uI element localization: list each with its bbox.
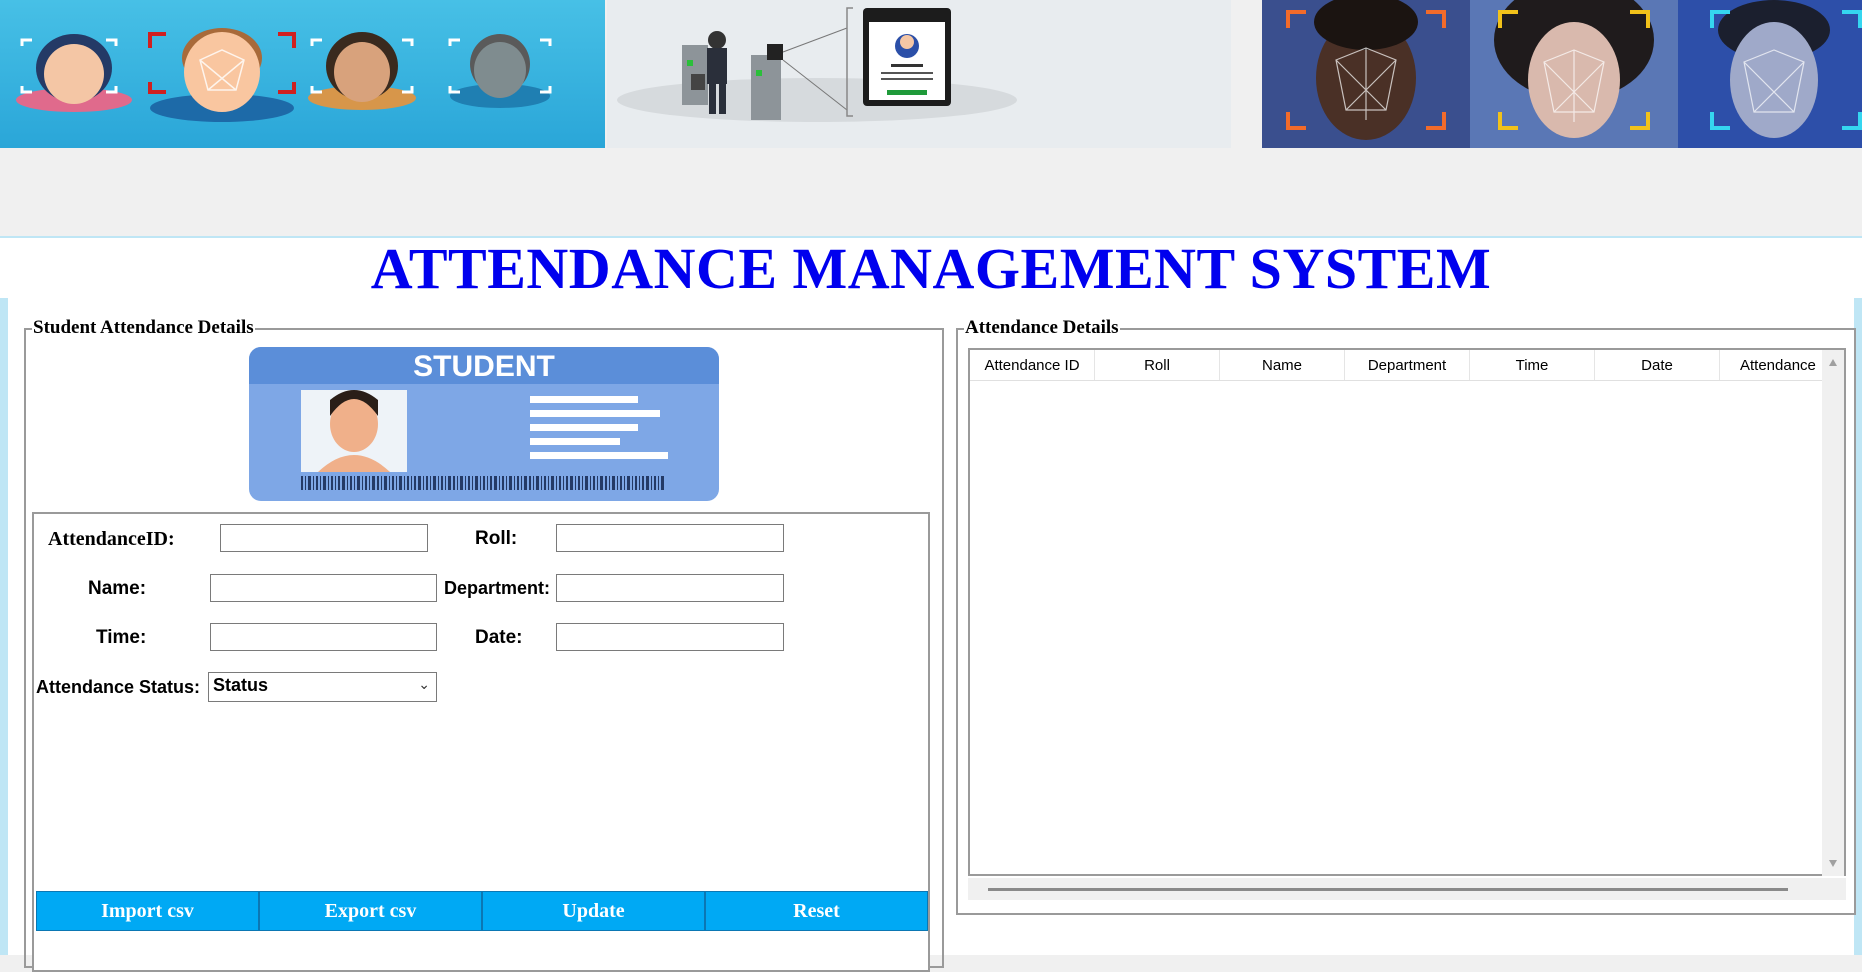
date-input[interactable] (556, 623, 784, 651)
column-header-name[interactable]: Name (1220, 350, 1345, 380)
update-button[interactable]: Update (482, 891, 705, 931)
title-bar: ATTENDANCE MANAGEMENT SYSTEM (0, 236, 1862, 304)
student-attendance-details-legend: Student Attendance Details (32, 317, 255, 339)
access-gate-image (617, 7, 1017, 122)
column-header-roll[interactable]: Roll (1095, 350, 1220, 380)
name-input[interactable] (210, 574, 437, 602)
horizontal-scrollbar-thumb[interactable] (988, 888, 1788, 891)
roll-label: Roll: (475, 528, 518, 549)
vertical-scrollbar[interactable] (1822, 350, 1844, 876)
reset-button[interactable]: Reset (705, 891, 928, 931)
face-scan-cartoon-image (16, 28, 552, 122)
triangle-up-icon (1829, 359, 1837, 366)
attendance-status-label: Attendance Status: (36, 677, 201, 697)
student-attendance-details-frame: Student Attendance Details STUDENT Atten… (24, 317, 944, 972)
student-id-card-image: STUDENT (249, 347, 719, 501)
column-header-attendance[interactable]: Attendance (1720, 350, 1824, 380)
attendance-table[interactable]: Attendance ID Roll Name Department Time … (968, 348, 1846, 876)
vertical-scrollbar-track (1829, 359, 1837, 867)
import-csv-button[interactable]: Import csv (36, 891, 259, 931)
main-frame: Student Attendance Details STUDENT Atten… (0, 298, 1862, 972)
page-title: ATTENDANCE MANAGEMENT SYSTEM (370, 235, 1492, 301)
card-student-text: STUDENT (413, 350, 555, 383)
name-label: Name: (88, 578, 147, 599)
banner-access-gate-illustration (607, 0, 1231, 148)
horizontal-scrollbar[interactable] (968, 878, 1846, 900)
attendance-details-legend: Attendance Details (964, 317, 1120, 339)
table-header: Attendance ID Roll Name Department Time … (970, 350, 1824, 381)
attendance-id-label: AttendanceID: (48, 528, 175, 550)
time-label: Time: (96, 627, 147, 648)
banner-face-scan-illustration (0, 0, 605, 148)
date-label: Date: (475, 627, 523, 648)
face-recognition-image (1262, 0, 1862, 148)
banner-face-recognition-photos (1262, 0, 1862, 148)
column-header-attendance-id[interactable]: Attendance ID (970, 350, 1095, 380)
column-header-department[interactable]: Department (1345, 350, 1470, 380)
student-form-box: AttendanceID: Roll: Name: Department: Ti… (32, 512, 930, 972)
column-header-time[interactable]: Time (1470, 350, 1595, 380)
attendance-id-input[interactable] (220, 524, 428, 552)
triangle-down-icon (1829, 860, 1837, 867)
export-csv-button[interactable]: Export csv (259, 891, 482, 931)
attendance-details-frame: Attendance Details Attendance ID Roll Na… (956, 317, 1856, 915)
chevron-down-icon[interactable]: ⌄ (418, 676, 430, 693)
department-label: Department: (444, 578, 551, 598)
department-input[interactable] (556, 574, 784, 602)
attendance-status-select[interactable]: Status ⌄ (208, 672, 437, 702)
roll-input[interactable] (556, 524, 784, 552)
column-header-date[interactable]: Date (1595, 350, 1720, 380)
attendance-status-selected-value: Status (213, 675, 269, 695)
time-input[interactable] (210, 623, 437, 651)
action-button-row: Import csv Export csv Update Reset (36, 891, 928, 931)
